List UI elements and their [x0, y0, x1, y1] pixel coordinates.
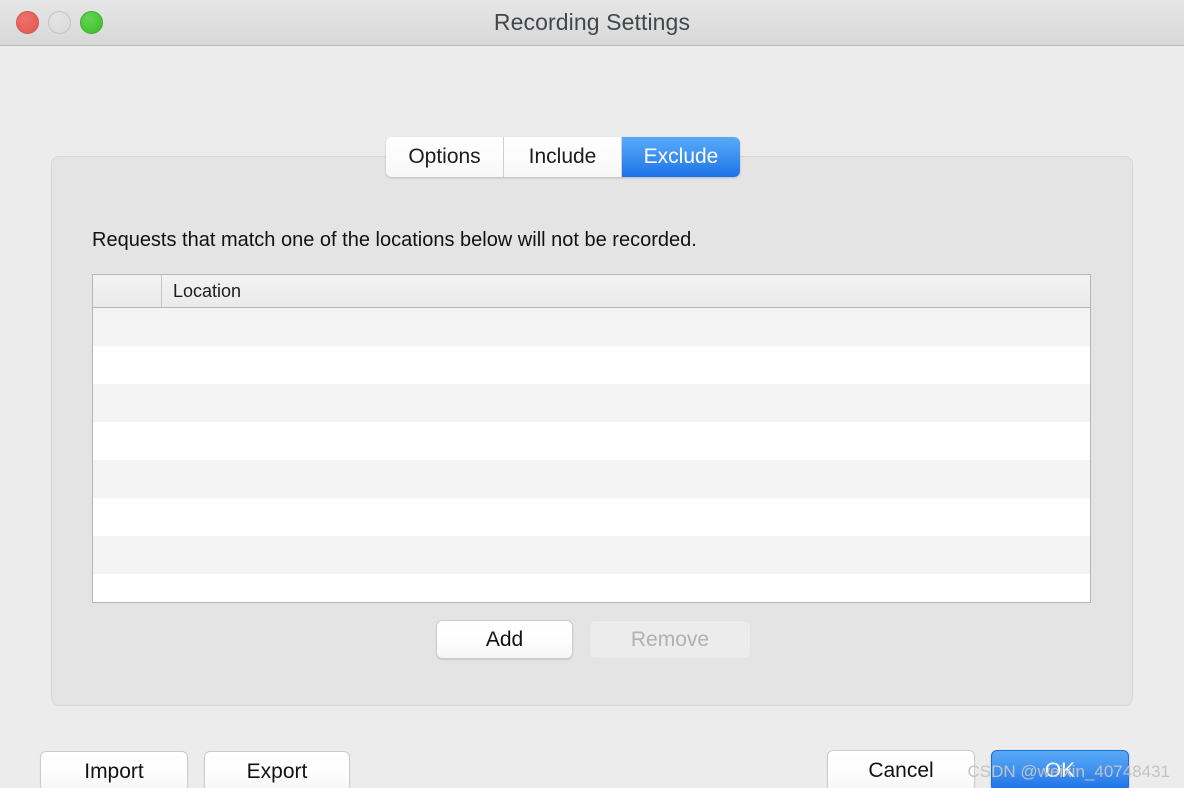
watermark-text: CSDN @weixin_40748431	[967, 762, 1170, 781]
table-row[interactable]	[93, 574, 1090, 602]
cancel-button[interactable]: Cancel	[827, 750, 975, 788]
table-row[interactable]	[93, 460, 1090, 498]
locations-table[interactable]: Location	[92, 274, 1091, 603]
table-body[interactable]	[93, 308, 1090, 602]
table-row[interactable]	[93, 346, 1090, 384]
window-controls	[16, 0, 103, 45]
tab-include[interactable]: Include	[504, 137, 622, 177]
import-button[interactable]: Import	[40, 751, 188, 788]
settings-tabs: Options Include Exclude	[386, 137, 740, 177]
table-row[interactable]	[93, 498, 1090, 536]
dialog-body: Options Include Exclude Requests that ma…	[0, 46, 1184, 788]
remove-button: Remove	[589, 620, 751, 659]
column-header-location[interactable]: Location	[162, 281, 1090, 302]
table-header-row: Location	[93, 275, 1090, 308]
window-title: Recording Settings	[493, 9, 691, 35]
export-button[interactable]: Export	[204, 751, 350, 788]
table-row[interactable]	[93, 422, 1090, 460]
tab-options[interactable]: Options	[386, 137, 504, 177]
minimize-button[interactable]	[48, 11, 71, 34]
recording-settings-window: Recording Settings Options Include Exclu…	[0, 0, 1184, 788]
table-row[interactable]	[93, 536, 1090, 574]
table-row[interactable]	[93, 384, 1090, 422]
column-header-checkbox[interactable]	[93, 275, 162, 307]
add-button[interactable]: Add	[436, 620, 573, 659]
table-row[interactable]	[93, 308, 1090, 346]
panel-description: Requests that match one of the locations…	[92, 229, 697, 251]
tab-exclude[interactable]: Exclude	[622, 137, 740, 177]
maximize-button[interactable]	[80, 11, 103, 34]
close-button[interactable]	[16, 11, 39, 34]
title-bar: Recording Settings	[0, 0, 1184, 46]
